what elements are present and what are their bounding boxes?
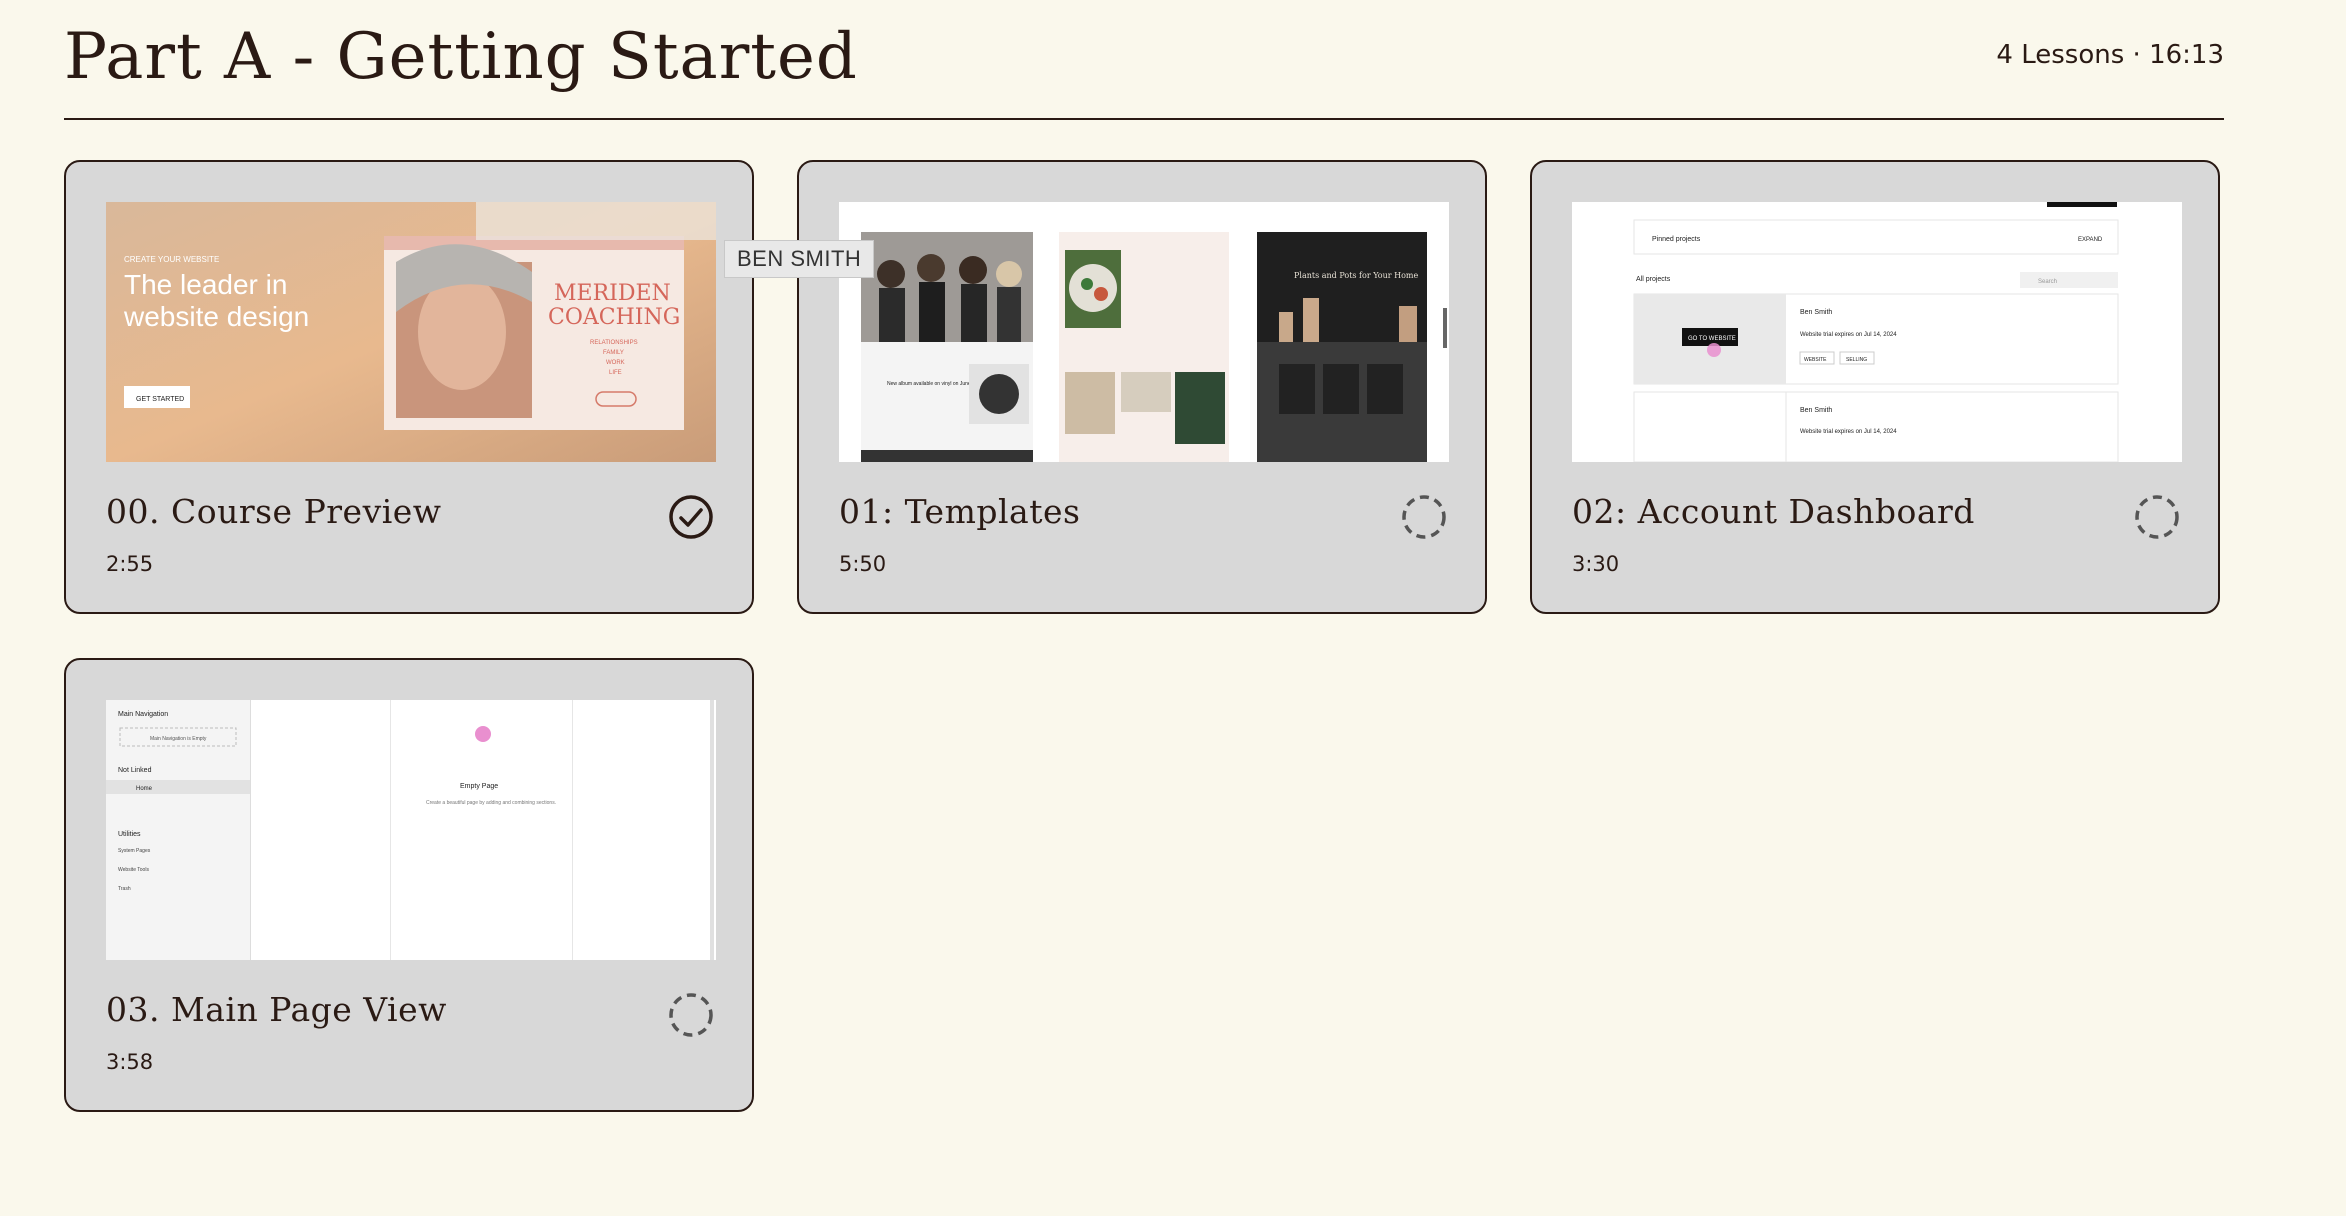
thumb-project-name: Ben Smith	[1800, 309, 1832, 316]
thumb-service: RELATIONSHIPS	[590, 340, 638, 346]
check-circle-icon[interactable]	[668, 494, 714, 540]
thumb-utility-item: System Pages	[118, 848, 151, 854]
thumb-headline-2: website design	[123, 301, 309, 332]
dashed-circle-icon[interactable]	[668, 992, 714, 1038]
lesson-duration: 3:30	[1572, 552, 1620, 576]
lesson-title: 02: Account Dashboard	[1572, 492, 1975, 531]
thumb-tag-selling: SELLING	[1846, 357, 1867, 363]
thumb-brand-1: MERIDEN	[554, 281, 671, 306]
thumb-utility-item: Website Tools	[118, 867, 149, 873]
thumb-empty-page: Empty Page	[460, 783, 498, 790]
lesson-thumbnail: Pinned projects EXPAND All projects Sear…	[1572, 202, 2182, 462]
section-title: Part A - Getting Started	[64, 20, 858, 94]
thumb-all-projects: All projects	[1636, 276, 1671, 283]
section-meta: 4 Lessons · 16:13	[1996, 40, 2224, 70]
thumb-tag-website: WEBSITE	[1804, 357, 1827, 363]
thumb-eyebrow: CREATE YOUR WEBSITE	[124, 255, 219, 264]
lesson-thumbnail: New album available on vinyl on June 14t…	[839, 202, 1449, 462]
lesson-card-course-preview[interactable]: CREATE YOUR WEBSITE The leader in websit…	[64, 160, 754, 614]
thumb-trial-text: Website trial expires on Jul 14, 2024	[1800, 429, 1897, 435]
thumb-headline-1: The leader in	[124, 269, 287, 300]
lesson-card-templates[interactable]: New album available on vinyl on June 14t…	[797, 160, 1487, 614]
thumb-expand: EXPAND	[2078, 237, 2103, 243]
lesson-duration: 5:50	[839, 552, 887, 576]
lesson-duration: 3:58	[106, 1050, 154, 1074]
thumb-service: FAMILY	[603, 350, 624, 356]
dashed-circle-icon[interactable]	[1401, 494, 1447, 540]
thumb-search: Search	[2038, 279, 2057, 285]
thumb-service: LIFE	[609, 370, 622, 376]
thumb-cta: GET STARTED	[136, 396, 184, 403]
thumb-brand-2: COACHING	[548, 305, 680, 330]
thumb-not-linked: Not Linked	[118, 767, 152, 774]
lesson-card-account-dashboard[interactable]: Pinned projects EXPAND All projects Sear…	[1530, 160, 2220, 614]
thumb-album-text: New album available on vinyl on June 14t…	[887, 381, 982, 387]
lesson-title: 03. Main Page View	[106, 990, 447, 1029]
section-header: Part A - Getting Started 4 Lessons · 16:…	[64, 14, 2224, 120]
thumb-empty-page-sub: Create a beautiful page by adding and co…	[426, 800, 556, 806]
lesson-title: 01: Templates	[839, 492, 1081, 531]
thumb-home: Home	[136, 786, 153, 792]
lesson-thumbnail: Main Navigation Main Navigation is Empty…	[106, 700, 716, 960]
lesson-duration: 2:55	[106, 552, 154, 576]
thumb-utility-item: Trash	[118, 886, 131, 892]
header-divider	[64, 118, 2224, 120]
name-tooltip: BEN SMITH	[724, 240, 875, 278]
thumb-pinned: Pinned projects	[1652, 236, 1701, 243]
thumb-nav-empty: Main Navigation is Empty	[150, 736, 207, 742]
lesson-card-main-page-view[interactable]: Main Navigation Main Navigation is Empty…	[64, 658, 754, 1112]
thumb-main-navigation: Main Navigation	[118, 711, 168, 718]
thumb-trial-text: Website trial expires on Jul 14, 2024	[1800, 332, 1897, 338]
thumb-plants-text: Plants and Pots for Your Home	[1294, 271, 1418, 280]
lesson-thumbnail: CREATE YOUR WEBSITE The leader in websit…	[106, 202, 716, 462]
thumb-project-name: Ben Smith	[1800, 407, 1832, 414]
dashed-circle-icon[interactable]	[2134, 494, 2180, 540]
thumb-utilities: Utilities	[118, 831, 141, 838]
lesson-title: 00. Course Preview	[106, 492, 442, 531]
thumb-service: WORK	[606, 360, 625, 366]
thumb-go-to-website: GO TO WEBSITE	[1688, 336, 1736, 342]
